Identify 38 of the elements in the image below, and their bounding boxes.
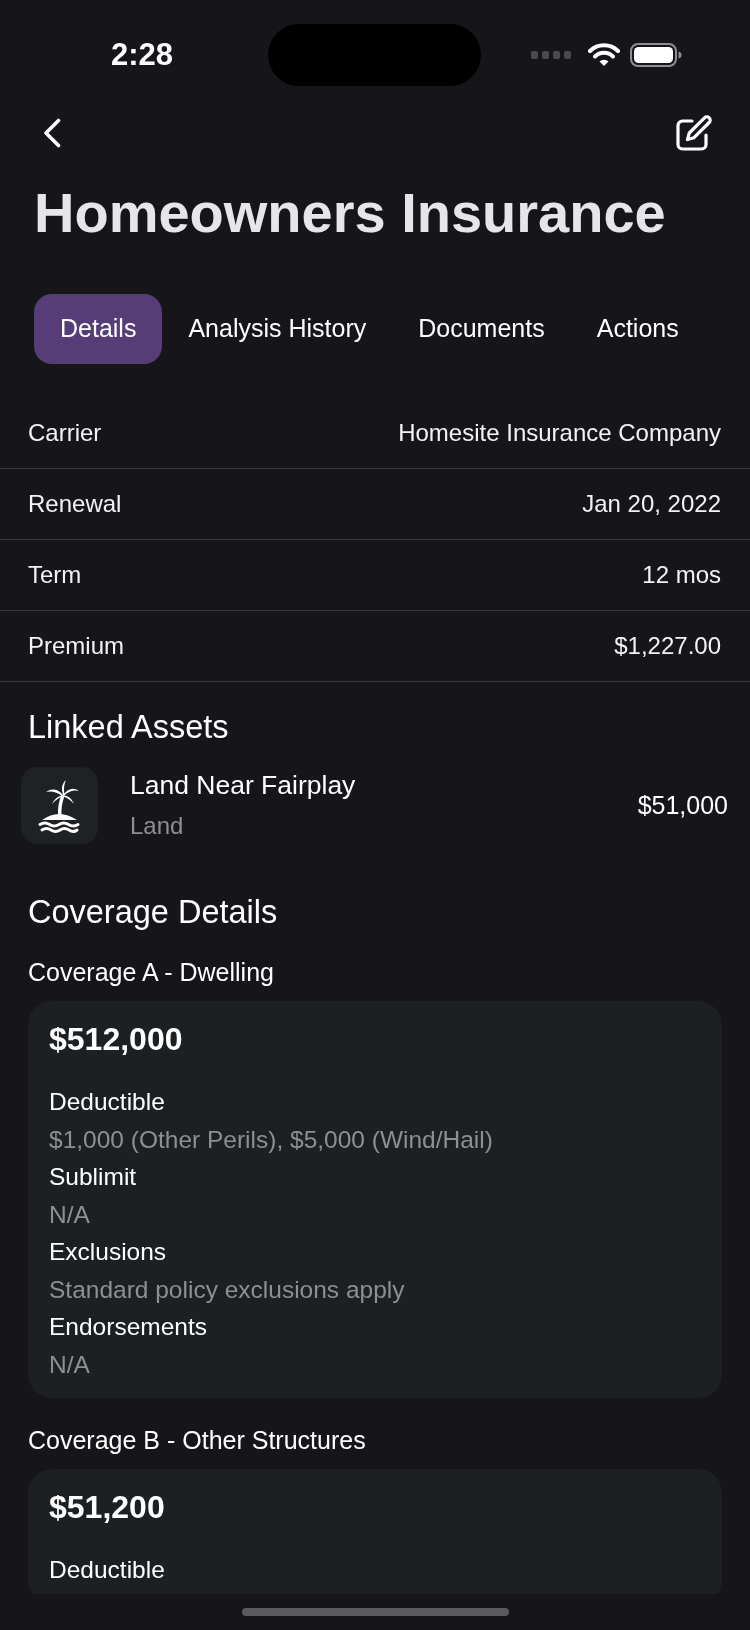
- field-label: Deductible: [49, 1555, 165, 1585]
- detail-value: 12 mos: [642, 560, 721, 590]
- battery-icon: [630, 43, 682, 67]
- asset-name[interactable]: Land Near Fairplay: [130, 769, 356, 801]
- tab[interactable]: Details: [34, 294, 163, 364]
- field-label: Sublimit: [49, 1162, 137, 1192]
- tab[interactable]: Actions: [570, 294, 705, 364]
- palm-island-icon: [21, 767, 98, 844]
- field-value: $1,000 (Other Perils), $5,000 (Wind/Hail): [49, 1124, 493, 1155]
- field-label: Endorsements: [49, 1312, 207, 1342]
- tab[interactable]: Documents: [392, 294, 571, 364]
- section-heading: Coverage Details: [28, 893, 278, 931]
- coverage-amount: $512,000: [49, 1022, 183, 1056]
- detail-value: Homesite Insurance Company: [398, 418, 721, 448]
- detail-label: Carrier: [28, 418, 102, 448]
- back-icon[interactable]: [43, 118, 61, 148]
- detail-value: $1,227.00: [614, 631, 721, 661]
- tab[interactable]: Analysis History: [162, 294, 393, 364]
- coverage-title: Coverage A - Dwelling: [28, 958, 274, 986]
- field-value: N/A: [49, 1199, 90, 1230]
- field-value: N/A: [49, 1349, 90, 1380]
- asset-type: Land: [130, 811, 184, 841]
- section-heading: Linked Assets: [28, 708, 229, 746]
- detail-label: Premium: [28, 631, 124, 661]
- signal-icon: [531, 51, 571, 59]
- detail-label: Renewal: [28, 489, 122, 519]
- detail-label: Term: [28, 560, 82, 590]
- coverage-title: Coverage B - Other Structures: [28, 1426, 366, 1454]
- coverage-amount: $51,200: [49, 1490, 165, 1524]
- status-time: 2:28: [110, 36, 173, 74]
- field-label: Exclusions: [49, 1237, 167, 1267]
- edit-icon[interactable]: [676, 115, 712, 151]
- field-value: Standard policy exclusions apply: [49, 1274, 405, 1305]
- wifi-icon: [588, 43, 620, 67]
- asset-value: $51,000: [637, 789, 728, 821]
- page-title: Homeowners Insurance: [34, 182, 666, 244]
- field-label: Deductible: [49, 1087, 165, 1117]
- detail-value: Jan 20, 2022: [582, 489, 721, 519]
